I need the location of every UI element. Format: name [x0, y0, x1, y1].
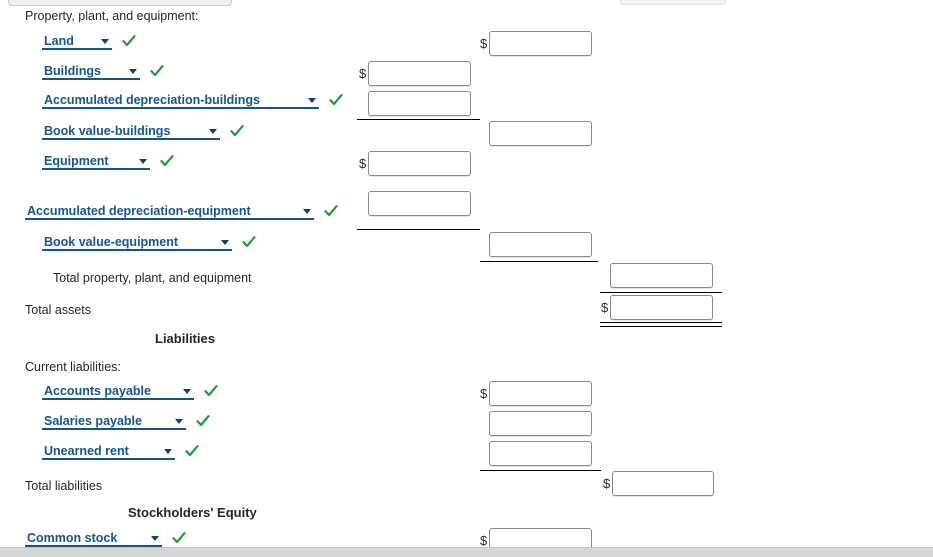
row-unearned-rent: Unearned rent	[42, 443, 200, 460]
row-accum-dep-equipment: Accumulated depreciation-equipment	[25, 203, 339, 220]
section-heading-liabilities: Liabilities	[155, 331, 215, 346]
chevron-down-icon	[164, 449, 172, 454]
chevron-down-icon	[129, 69, 137, 74]
account-select-accum-dep-buildings-label: Accumulated depreciation-buildings	[44, 93, 260, 107]
row-book-value-buildings: Book value-buildings	[42, 123, 245, 140]
currency-symbol-equipment: $	[359, 156, 367, 171]
amount-input-salaries-payable[interactable]	[489, 411, 592, 436]
account-select-accum-dep-buildings[interactable]: Accumulated depreciation-buildings	[42, 92, 319, 109]
currency-symbol-accounts-payable: $	[480, 386, 488, 401]
row-salaries-payable: Salaries payable	[42, 413, 211, 430]
total-ppe-label: Total property, plant, and equipment	[53, 271, 252, 285]
chevron-down-icon	[175, 419, 183, 424]
amount-input-unearned-rent[interactable]	[489, 441, 592, 466]
amount-input-total-ppe[interactable]	[610, 263, 713, 288]
amount-input-land[interactable]	[489, 31, 592, 56]
account-select-book-value-equipment[interactable]: Book value-equipment	[42, 234, 232, 251]
account-select-accum-dep-equipment-label: Accumulated depreciation-equipment	[27, 204, 251, 218]
amount-input-buildings[interactable]	[368, 61, 471, 86]
row-accounts-payable: Accounts payable	[42, 383, 219, 400]
subtotal-rule-buildings	[357, 119, 480, 120]
grand-total-rule-assets	[600, 322, 722, 327]
account-select-book-value-equipment-label: Book value-equipment	[44, 235, 179, 249]
account-select-book-value-buildings-label: Book value-buildings	[44, 124, 171, 138]
check-icon	[150, 64, 165, 78]
account-select-equipment-label: Equipment	[44, 154, 109, 168]
row-accum-dep-buildings: Accumulated depreciation-buildings	[42, 92, 344, 109]
row-buildings: Buildings	[42, 63, 165, 80]
chevron-down-icon	[151, 536, 159, 541]
total-assets-label: Total assets	[25, 303, 92, 317]
chevron-down-icon	[183, 389, 191, 394]
amount-input-accounts-payable[interactable]	[489, 381, 592, 406]
subtotal-rule-ppe	[480, 261, 598, 262]
check-icon	[160, 154, 175, 168]
row-common-stock: Common stock	[25, 530, 187, 547]
chevron-down-icon	[303, 209, 311, 214]
chevron-down-icon	[221, 240, 229, 245]
subtotal-rule-liabilities	[480, 470, 601, 471]
row-land: Land	[42, 33, 137, 50]
check-icon	[196, 414, 211, 428]
account-select-accounts-payable[interactable]: Accounts payable	[42, 383, 194, 400]
amount-input-equipment[interactable]	[368, 151, 471, 176]
account-select-salaries-payable[interactable]: Salaries payable	[42, 413, 186, 430]
account-select-buildings[interactable]: Buildings	[42, 63, 140, 80]
account-select-unearned-rent[interactable]: Unearned rent	[42, 443, 175, 460]
amount-input-accum-dep-buildings[interactable]	[368, 91, 471, 116]
subtotal-rule-total-assets	[600, 292, 722, 293]
check-icon	[185, 444, 200, 458]
account-select-equipment[interactable]: Equipment	[42, 153, 150, 170]
check-icon	[204, 384, 219, 398]
check-icon	[230, 124, 245, 138]
horizontal-scrollbar[interactable]	[0, 547, 933, 557]
amount-input-book-value-equipment[interactable]	[489, 232, 592, 257]
chevron-down-icon	[209, 129, 217, 134]
account-select-buildings-label: Buildings	[44, 64, 101, 78]
account-select-land[interactable]: Land	[42, 33, 112, 50]
chevron-down-icon	[101, 39, 109, 44]
amount-input-total-assets[interactable]	[610, 295, 713, 320]
amount-input-total-liabilities[interactable]	[612, 471, 714, 496]
account-select-land-label: Land	[44, 34, 74, 48]
currency-symbol-land: $	[480, 36, 488, 51]
account-select-book-value-buildings[interactable]: Book value-buildings	[42, 123, 220, 140]
check-icon	[242, 235, 257, 249]
section-heading-ppe: Property, plant, and equipment:	[25, 9, 199, 23]
amount-input-book-value-buildings[interactable]	[489, 121, 592, 146]
chevron-down-icon	[308, 98, 316, 103]
check-icon	[122, 34, 137, 48]
subtotal-rule-equipment	[357, 229, 480, 230]
currency-symbol-total-assets: $	[601, 300, 609, 315]
balance-sheet-form: Property, plant, and equipment: Land $ B…	[0, 0, 933, 553]
currency-symbol-total-liabilities: $	[603, 476, 611, 491]
account-select-accum-dep-equipment[interactable]: Accumulated depreciation-equipment	[25, 203, 314, 220]
row-book-value-equipment: Book value-equipment	[42, 234, 257, 251]
account-select-common-stock-label: Common stock	[27, 531, 118, 545]
row-equipment: Equipment	[42, 153, 175, 170]
account-select-unearned-rent-label: Unearned rent	[44, 444, 129, 458]
check-icon	[172, 531, 187, 545]
section-heading-stockholders-equity: Stockholders' Equity	[128, 505, 257, 520]
account-select-salaries-payable-label: Salaries payable	[44, 414, 142, 428]
currency-symbol-buildings: $	[359, 66, 367, 81]
total-liabilities-label: Total liabilities	[25, 479, 103, 493]
account-select-common-stock[interactable]: Common stock	[25, 530, 162, 547]
account-select-accounts-payable-label: Accounts payable	[44, 384, 151, 398]
check-icon	[324, 204, 339, 218]
amount-input-accum-dep-equipment[interactable]	[368, 191, 471, 216]
check-icon	[329, 93, 344, 107]
section-heading-current-liabilities: Current liabilities:	[25, 360, 121, 374]
chevron-down-icon	[139, 159, 147, 164]
